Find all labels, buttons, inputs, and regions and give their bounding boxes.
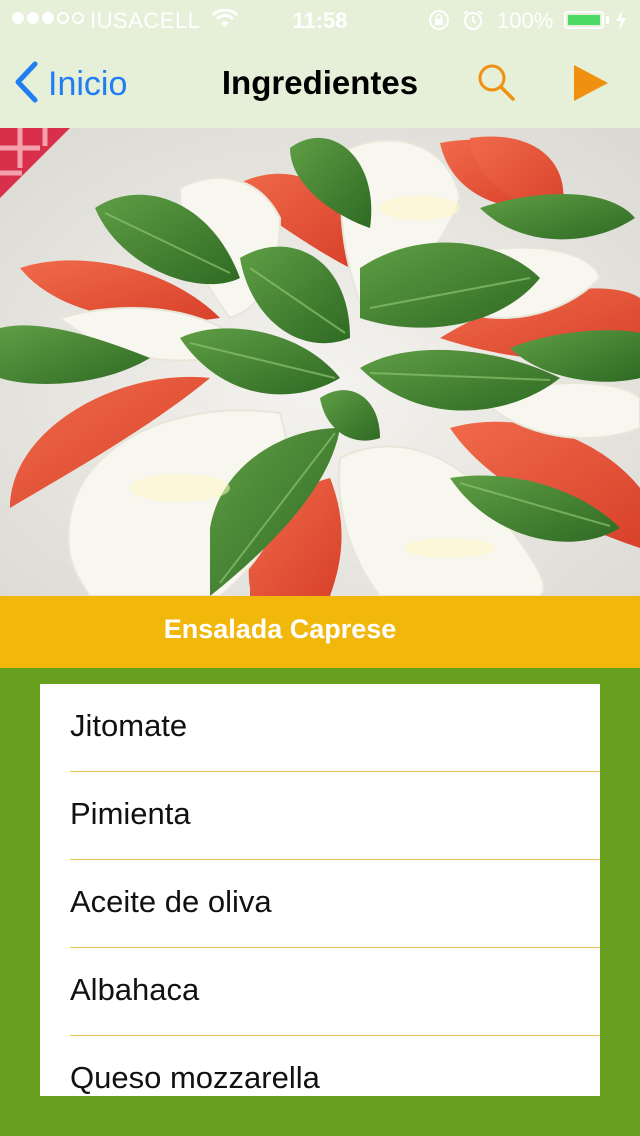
- battery-percentage: 100%: [497, 8, 554, 33]
- recipe-title-bar: Ensalada Caprese: [0, 596, 640, 668]
- play-button[interactable]: [570, 62, 612, 104]
- ingredient-list[interactable]: Jitomate Pimienta Aceite de oliva Albaha…: [40, 684, 600, 1096]
- play-icon: [570, 65, 612, 108]
- rotation-lock-icon: [428, 9, 450, 37]
- list-item[interactable]: Jitomate: [40, 684, 600, 772]
- status-bar: IUSACELL 11:58 100%: [0, 0, 640, 40]
- ingredient-label: Jitomate: [70, 708, 188, 743]
- battery-icon: [564, 11, 604, 29]
- alarm-icon: [462, 9, 484, 37]
- list-item[interactable]: Pimienta: [40, 772, 600, 860]
- ingredient-label: Aceite de oliva: [70, 884, 272, 919]
- ingredient-label: Queso mozzarella: [70, 1060, 320, 1095]
- navigation-bar: Inicio Ingredientes: [0, 40, 640, 128]
- app-screen: IUSACELL 11:58 100% Inicio Ingredientes …: [0, 0, 640, 1136]
- page-title: Ingredientes: [221, 64, 419, 101]
- search-icon: [474, 64, 518, 108]
- top-bar: IUSACELL 11:58 100% Inicio Ingredientes: [0, 0, 640, 128]
- recipe-name: Ensalada Caprese: [163, 614, 397, 644]
- recipe-photo: [0, 128, 640, 596]
- search-button[interactable]: [474, 60, 518, 104]
- list-item[interactable]: Queso mozzarella: [40, 1036, 600, 1096]
- list-item[interactable]: Albahaca: [40, 948, 600, 1036]
- list-item[interactable]: Aceite de oliva: [40, 860, 600, 948]
- ingredient-label: Albahaca: [70, 972, 200, 1007]
- battery-level: [568, 15, 600, 25]
- charging-bolt-icon: [615, 9, 627, 37]
- ingredient-label: Pimienta: [70, 796, 191, 831]
- battery-tip: [606, 16, 609, 24]
